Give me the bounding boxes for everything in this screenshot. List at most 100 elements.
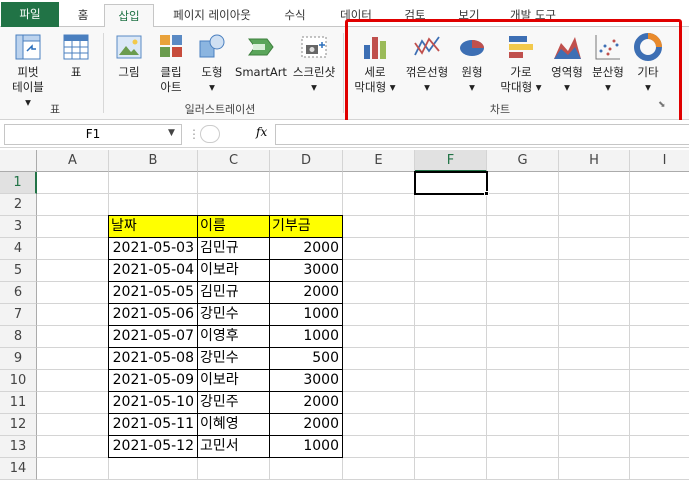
cell[interactable]: [343, 458, 415, 480]
column-header-d[interactable]: D: [270, 150, 343, 172]
table-cell-name[interactable]: 강민수: [197, 303, 270, 326]
cell[interactable]: [37, 458, 109, 480]
cell[interactable]: [559, 392, 630, 414]
cell[interactable]: [559, 172, 630, 194]
column-header-i[interactable]: I: [630, 150, 689, 172]
table-cell-name[interactable]: 강민주: [197, 391, 270, 414]
cell[interactable]: [415, 260, 487, 282]
cell[interactable]: [343, 282, 415, 304]
row-header-2[interactable]: 2: [0, 194, 37, 216]
column-header-c[interactable]: C: [198, 150, 270, 172]
cell[interactable]: [630, 216, 689, 238]
cell[interactable]: [415, 216, 487, 238]
selected-cell-f1[interactable]: [414, 171, 488, 195]
cell[interactable]: [487, 370, 559, 392]
row-header-7[interactable]: 7: [0, 304, 37, 326]
tab-page-layout[interactable]: 페이지 레이아웃: [160, 4, 264, 27]
row-header-10[interactable]: 10: [0, 370, 37, 392]
cell[interactable]: [270, 172, 343, 194]
table-cell-amount[interactable]: 3000: [269, 369, 343, 392]
cell[interactable]: [37, 216, 109, 238]
cell[interactable]: [630, 370, 689, 392]
tab-formulas[interactable]: 수식: [270, 4, 320, 27]
row-header-1[interactable]: 1: [0, 172, 37, 194]
cell[interactable]: [630, 458, 689, 480]
cell[interactable]: [559, 326, 630, 348]
column-header-g[interactable]: G: [487, 150, 559, 172]
cell[interactable]: [487, 392, 559, 414]
table-cell-date[interactable]: 2021-05-08: [108, 347, 198, 370]
row-header-6[interactable]: 6: [0, 282, 37, 304]
cell[interactable]: [37, 348, 109, 370]
cell[interactable]: [37, 260, 109, 282]
cell[interactable]: [559, 282, 630, 304]
tab-insert[interactable]: 삽입: [104, 4, 154, 28]
row-header-3[interactable]: 3: [0, 216, 37, 238]
tab-file[interactable]: 파일: [1, 2, 59, 27]
table-cell-amount[interactable]: 3000: [269, 259, 343, 282]
cell[interactable]: [415, 194, 487, 216]
table-cell-date[interactable]: 2021-05-06: [108, 303, 198, 326]
cell[interactable]: [343, 348, 415, 370]
cell[interactable]: [559, 370, 630, 392]
cell[interactable]: [559, 304, 630, 326]
shapes-button[interactable]: 도형 ▾: [194, 31, 230, 95]
row-header-14[interactable]: 14: [0, 458, 37, 480]
table-cell-date[interactable]: 2021-05-10: [108, 391, 198, 414]
table-cell-date[interactable]: 2021-05-11: [108, 413, 198, 436]
table-button[interactable]: 표: [58, 31, 94, 80]
cell[interactable]: [487, 260, 559, 282]
cell[interactable]: [630, 326, 689, 348]
fill-handle[interactable]: [484, 191, 489, 196]
row-header-12[interactable]: 12: [0, 414, 37, 436]
cell[interactable]: [343, 172, 415, 194]
table-cell-name[interactable]: 김민규: [197, 281, 270, 304]
table-header-cell[interactable]: 이름: [197, 215, 270, 238]
cell[interactable]: [343, 414, 415, 436]
table-cell-name[interactable]: 고민서: [197, 435, 270, 458]
cell[interactable]: [559, 458, 630, 480]
table-cell-name[interactable]: 김민규: [197, 237, 270, 260]
cell[interactable]: [559, 414, 630, 436]
smartart-button[interactable]: SmartArt: [235, 31, 287, 80]
cell[interactable]: [415, 348, 487, 370]
cell[interactable]: [415, 414, 487, 436]
cell[interactable]: [630, 348, 689, 370]
table-cell-amount[interactable]: 2000: [269, 391, 343, 414]
row-header-13[interactable]: 13: [0, 436, 37, 458]
cell[interactable]: [37, 282, 109, 304]
cell[interactable]: [270, 458, 343, 480]
cell[interactable]: [343, 436, 415, 458]
cell[interactable]: [415, 436, 487, 458]
cell[interactable]: [559, 238, 630, 260]
cell[interactable]: [487, 436, 559, 458]
formula-input[interactable]: [275, 124, 689, 145]
table-cell-date[interactable]: 2021-05-07: [108, 325, 198, 348]
cell[interactable]: [487, 238, 559, 260]
cell[interactable]: [343, 238, 415, 260]
row-header-9[interactable]: 9: [0, 348, 37, 370]
cell[interactable]: [415, 458, 487, 480]
column-header-a[interactable]: A: [37, 150, 109, 172]
cell[interactable]: [559, 216, 630, 238]
cell[interactable]: [37, 414, 109, 436]
cancel-icon[interactable]: [200, 125, 220, 143]
cell[interactable]: [487, 304, 559, 326]
cell[interactable]: [343, 194, 415, 216]
cell[interactable]: [559, 194, 630, 216]
clipart-button[interactable]: 클립 아트: [153, 31, 189, 95]
table-cell-amount[interactable]: 2000: [269, 237, 343, 260]
cell[interactable]: [415, 282, 487, 304]
cell[interactable]: [487, 326, 559, 348]
column-header-b[interactable]: B: [109, 150, 198, 172]
cell[interactable]: [415, 392, 487, 414]
cell[interactable]: [630, 392, 689, 414]
cell[interactable]: [630, 436, 689, 458]
cell[interactable]: [109, 458, 198, 480]
cell[interactable]: [559, 348, 630, 370]
row-header-8[interactable]: 8: [0, 326, 37, 348]
table-cell-amount[interactable]: 2000: [269, 413, 343, 436]
cell[interactable]: [37, 238, 109, 260]
cell[interactable]: [343, 304, 415, 326]
select-all-corner[interactable]: [0, 150, 37, 172]
